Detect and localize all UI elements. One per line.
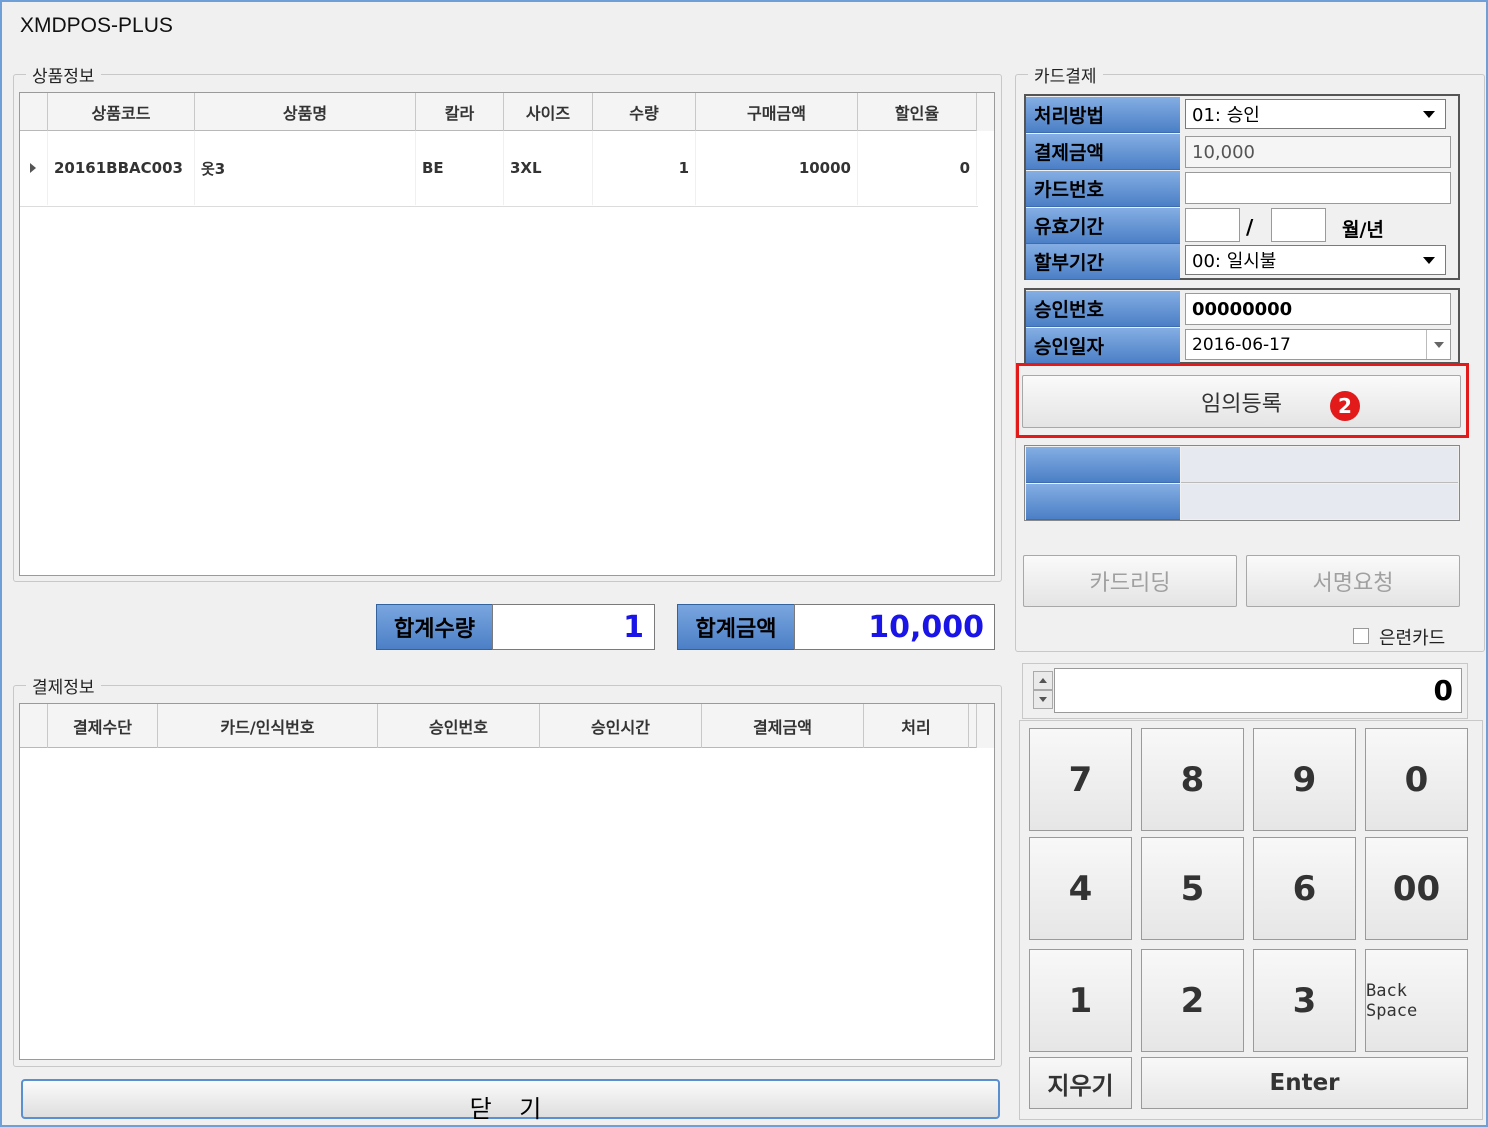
col-color[interactable]: 칼라 <box>416 93 504 131</box>
col-pay-method[interactable]: 결제수단 <box>48 704 158 748</box>
key-3[interactable]: 3 <box>1253 949 1356 1052</box>
col-process[interactable]: 처리 <box>864 704 969 748</box>
unionpay-checkbox[interactable] <box>1353 628 1369 644</box>
col-approval-number[interactable]: 승인번호 <box>378 704 540 748</box>
col-card-number[interactable]: 카드/인식번호 <box>158 704 378 748</box>
expiry-month-field[interactable] <box>1185 208 1240 242</box>
installment-select-value: 00: 일시불 <box>1192 251 1277 272</box>
spin-up-button[interactable] <box>1033 671 1053 690</box>
keypad-display[interactable]: 0 <box>1054 668 1462 713</box>
expiry-separator: / <box>1246 215 1254 239</box>
amount-field[interactable]: 10,000 <box>1185 136 1451 168</box>
backspace-key[interactable]: Back Space <box>1365 949 1468 1052</box>
enter-key[interactable]: Enter <box>1141 1057 1468 1109</box>
key-6[interactable]: 6 <box>1253 837 1356 940</box>
spin-down-button[interactable] <box>1033 690 1053 709</box>
total-amount-value: 10,000 <box>794 604 995 650</box>
col-amount[interactable]: 구매금액 <box>696 93 858 131</box>
window-title: XMDPOS-PLUS <box>20 14 173 37</box>
row-header-corner <box>20 93 48 131</box>
card-reading-button[interactable]: 카드리딩 <box>1023 555 1237 607</box>
payment-info-title: 결제정보 <box>26 673 101 698</box>
product-grid-header: 상품코드 상품명 칼라 사이즈 수량 구매금액 할인율 <box>20 93 994 131</box>
payment-grid[interactable]: 결제수단 카드/인식번호 승인번호 승인시간 결제금액 처리 <box>19 703 995 1060</box>
installment-label: 할부기간 <box>1026 244 1180 280</box>
key-5[interactable]: 5 <box>1141 837 1244 940</box>
installment-select[interactable]: 00: 일시불 <box>1185 245 1446 275</box>
date-dropdown-button[interactable] <box>1426 330 1450 359</box>
cell-amount: 10000 <box>696 131 858 205</box>
table-row[interactable]: 20161BBAC003 옷3 BE 3XL 1 10000 0 <box>20 131 978 207</box>
expiry-unit-label: 월/년 <box>1342 219 1384 241</box>
info-label-2 <box>1026 484 1180 520</box>
chevron-up-icon <box>1039 678 1047 683</box>
info-value-1 <box>1181 447 1458 483</box>
annotation-highlight-box <box>1016 363 1469 438</box>
clear-key[interactable]: 지우기 <box>1029 1057 1132 1109</box>
product-info-title: 상품정보 <box>26 62 101 87</box>
key-9[interactable]: 9 <box>1253 728 1356 831</box>
col-approval-time[interactable]: 승인시간 <box>540 704 702 748</box>
cell-discount: 0 <box>858 131 977 205</box>
card-number-field[interactable] <box>1185 172 1451 204</box>
card-payment-title: 카드결제 <box>1028 62 1103 87</box>
row-selector[interactable] <box>20 131 48 205</box>
info-label-1 <box>1026 447 1180 483</box>
grid-scroll-corner <box>976 704 994 748</box>
col-size[interactable]: 사이즈 <box>504 93 593 131</box>
approval-date-value: 2016-06-17 <box>1192 334 1291 355</box>
key-0[interactable]: 0 <box>1365 728 1468 831</box>
amount-label: 결제금액 <box>1026 134 1180 170</box>
expiry-label: 유효기간 <box>1026 208 1180 244</box>
approval-number-field[interactable]: 00000000 <box>1185 293 1451 325</box>
cell-qty: 1 <box>593 131 696 205</box>
approval-date-label: 승인일자 <box>1026 328 1180 364</box>
col-product-name[interactable]: 상품명 <box>195 93 416 131</box>
chevron-down-icon <box>1423 111 1435 118</box>
payment-grid-header: 결제수단 카드/인식번호 승인번호 승인시간 결제금액 처리 <box>20 704 994 748</box>
total-amount-label: 합계금액 <box>677 604 795 650</box>
key-2[interactable]: 2 <box>1141 949 1244 1052</box>
approval-number-label: 승인번호 <box>1026 291 1180 327</box>
cell-color: BE <box>416 131 504 205</box>
method-select-value: 01: 승인 <box>1192 105 1260 126</box>
method-label: 처리방법 <box>1026 97 1180 133</box>
cell-name: 옷3 <box>195 131 416 205</box>
expiry-year-field[interactable] <box>1271 208 1326 242</box>
key-7[interactable]: 7 <box>1029 728 1132 831</box>
total-qty-label: 합계수량 <box>376 604 493 650</box>
col-discount[interactable]: 할인율 <box>858 93 977 131</box>
card-number-label: 카드번호 <box>1026 171 1180 207</box>
sign-request-button[interactable]: 서명요청 <box>1246 555 1460 607</box>
key-8[interactable]: 8 <box>1141 728 1244 831</box>
grid-scroll-corner <box>976 93 994 131</box>
annotation-number-badge: 2 <box>1330 391 1360 421</box>
cell-size: 3XL <box>504 131 593 205</box>
close-button-label: 닫 기 <box>469 1094 552 1123</box>
chevron-down-icon <box>1433 341 1444 348</box>
unionpay-checkbox-label: 은련카드 <box>1379 628 1446 649</box>
col-qty[interactable]: 수량 <box>593 93 696 131</box>
col-pay-amount[interactable]: 결제금액 <box>702 704 864 748</box>
total-qty-value: 1 <box>492 604 655 650</box>
row-header-corner <box>20 704 48 748</box>
key-4[interactable]: 4 <box>1029 837 1132 940</box>
card-reading-label: 카드리딩 <box>1089 571 1171 596</box>
approval-date-field[interactable]: 2016-06-17 <box>1185 329 1451 360</box>
info-value-2 <box>1181 484 1458 519</box>
chevron-down-icon <box>1039 697 1047 702</box>
method-select[interactable]: 01: 승인 <box>1185 99 1446 129</box>
chevron-down-icon <box>1423 257 1435 264</box>
product-grid[interactable]: 상품코드 상품명 칼라 사이즈 수량 구매금액 할인율 20161BBAC003… <box>19 92 995 576</box>
cell-code: 20161BBAC003 <box>48 131 195 205</box>
pos-window: XMDPOS-PLUS 상품정보 상품코드 상품명 칼라 사이즈 수량 구매금액… <box>0 0 1488 1127</box>
row-pointer-icon <box>30 163 36 173</box>
col-product-code[interactable]: 상품코드 <box>48 93 195 131</box>
close-button[interactable]: 닫 기 <box>21 1079 1000 1123</box>
key-00[interactable]: 00 <box>1365 837 1468 940</box>
key-1[interactable]: 1 <box>1029 949 1132 1052</box>
sign-request-label: 서명요청 <box>1312 571 1394 596</box>
